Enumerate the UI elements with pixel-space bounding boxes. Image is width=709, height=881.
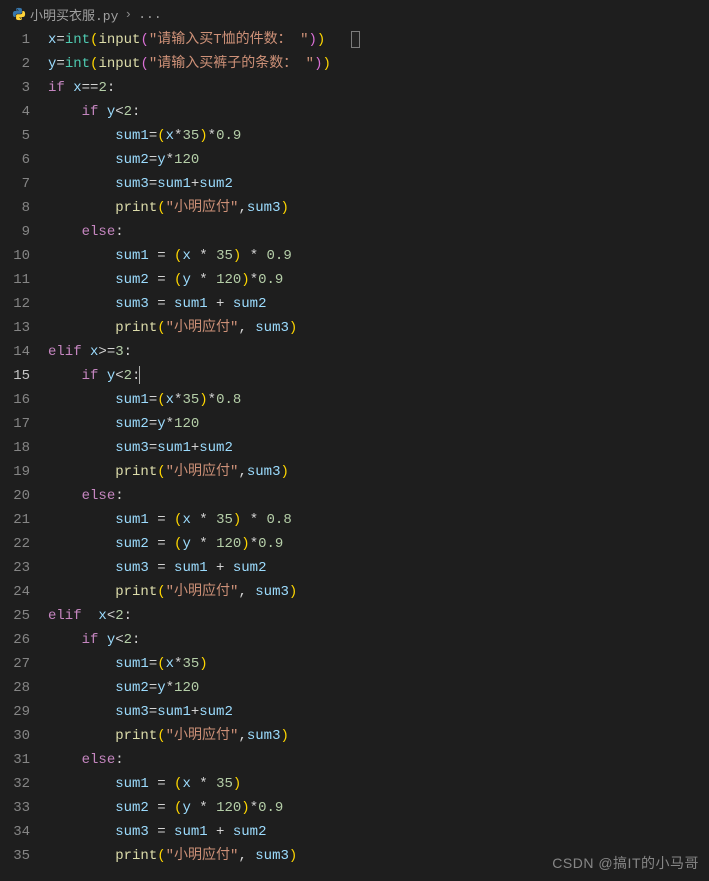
code-line[interactable]: sum2 = (y * 120)*0.9 — [48, 268, 709, 292]
code-line[interactable]: elif x>=3: — [48, 340, 709, 364]
code-line[interactable]: else: — [48, 220, 709, 244]
code-line[interactable]: print("小明应付",sum3) — [48, 196, 709, 220]
line-number: 35 — [0, 844, 30, 868]
code-line[interactable]: sum2 = (y * 120)*0.9 — [48, 532, 709, 556]
line-number: 6 — [0, 148, 30, 172]
code-line[interactable]: sum1=(x*35)*0.8 — [48, 388, 709, 412]
code-line[interactable]: sum2 = (y * 120)*0.9 — [48, 796, 709, 820]
line-number: 21 — [0, 508, 30, 532]
line-number: 14 — [0, 340, 30, 364]
line-number: 7 — [0, 172, 30, 196]
code-line[interactable]: print("小明应付",sum3) — [48, 724, 709, 748]
find-match-highlight — [351, 31, 360, 48]
line-number: 30 — [0, 724, 30, 748]
line-number: 15 — [0, 364, 30, 388]
code-line[interactable]: sum1 = (x * 35) — [48, 772, 709, 796]
code-line[interactable]: sum2=y*120 — [48, 148, 709, 172]
line-number: 1 — [0, 28, 30, 52]
line-number: 4 — [0, 100, 30, 124]
line-number: 19 — [0, 460, 30, 484]
breadcrumb-rest[interactable]: ... — [138, 7, 161, 22]
code-line[interactable]: sum3=sum1+sum2 — [48, 436, 709, 460]
code-line[interactable]: if y<2: — [48, 364, 709, 388]
code-line[interactable]: else: — [48, 748, 709, 772]
code-line[interactable]: y=int(input("请输入买裤子的条数： ")) — [48, 52, 709, 76]
code-line[interactable]: sum1=(x*35)*0.9 — [48, 124, 709, 148]
code-line[interactable]: sum3 = sum1 + sum2 — [48, 820, 709, 844]
breadcrumb-file[interactable]: 小明买衣服.py — [30, 5, 118, 24]
line-number: 20 — [0, 484, 30, 508]
code-line[interactable]: x=int(input("请输入买T恤的件数： ")) — [48, 28, 709, 52]
line-number: 18 — [0, 436, 30, 460]
line-number-gutter: 1234567891011121314151617181920212223242… — [0, 28, 48, 868]
line-number: 34 — [0, 820, 30, 844]
watermark: CSDN @搞IT的小马哥 — [552, 853, 699, 873]
python-file-icon — [12, 7, 26, 21]
line-number: 5 — [0, 124, 30, 148]
line-number: 26 — [0, 628, 30, 652]
line-number: 12 — [0, 292, 30, 316]
line-number: 28 — [0, 676, 30, 700]
code-area[interactable]: x=int(input("请输入买T恤的件数： "))y=int(input("… — [48, 28, 709, 868]
line-number: 3 — [0, 76, 30, 100]
line-number: 13 — [0, 316, 30, 340]
line-number: 22 — [0, 532, 30, 556]
code-editor[interactable]: 1234567891011121314151617181920212223242… — [0, 28, 709, 868]
line-number: 25 — [0, 604, 30, 628]
code-line[interactable]: sum3 = sum1 + sum2 — [48, 556, 709, 580]
code-line[interactable]: if y<2: — [48, 628, 709, 652]
line-number: 24 — [0, 580, 30, 604]
code-line[interactable]: sum1 = (x * 35) * 0.9 — [48, 244, 709, 268]
line-number: 29 — [0, 700, 30, 724]
code-line[interactable]: sum3=sum1+sum2 — [48, 700, 709, 724]
line-number: 2 — [0, 52, 30, 76]
line-number: 10 — [0, 244, 30, 268]
code-line[interactable]: print("小明应付",sum3) — [48, 460, 709, 484]
code-line[interactable]: sum3 = sum1 + sum2 — [48, 292, 709, 316]
line-number: 16 — [0, 388, 30, 412]
breadcrumb[interactable]: 小明买衣服.py › ... — [0, 0, 709, 28]
line-number: 9 — [0, 220, 30, 244]
line-number: 23 — [0, 556, 30, 580]
line-number: 17 — [0, 412, 30, 436]
line-number: 11 — [0, 268, 30, 292]
code-line[interactable]: sum1 = (x * 35) * 0.8 — [48, 508, 709, 532]
code-line[interactable]: if y<2: — [48, 100, 709, 124]
code-line[interactable]: if x==2: — [48, 76, 709, 100]
code-line[interactable]: sum2=y*120 — [48, 676, 709, 700]
code-line[interactable]: sum2=y*120 — [48, 412, 709, 436]
code-line[interactable]: print("小明应付", sum3) — [48, 316, 709, 340]
line-number: 27 — [0, 652, 30, 676]
line-number: 33 — [0, 796, 30, 820]
code-line[interactable]: sum3=sum1+sum2 — [48, 172, 709, 196]
line-number: 8 — [0, 196, 30, 220]
code-line[interactable]: sum1=(x*35) — [48, 652, 709, 676]
code-line[interactable]: elif x<2: — [48, 604, 709, 628]
line-number: 31 — [0, 748, 30, 772]
chevron-right-icon: › — [124, 7, 132, 22]
code-line[interactable]: print("小明应付", sum3) — [48, 580, 709, 604]
code-line[interactable]: else: — [48, 484, 709, 508]
line-number: 32 — [0, 772, 30, 796]
